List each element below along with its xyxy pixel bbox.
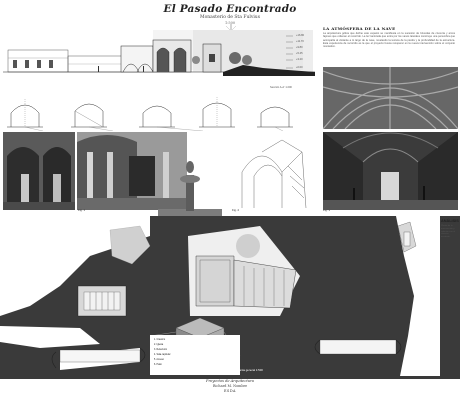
figure-label: Fig. 2 [232,208,239,212]
legend-item: 5. Acceso [154,359,164,361]
structure-sketch [232,132,312,210]
level-label: +3.20 [296,58,303,61]
legend-item: 1. Claustro [154,339,166,341]
legend-item: 3. Refectorio [154,349,168,351]
side-panel-text: Planta de la intervención y relación con… [441,225,456,239]
figure-label: Fig. 1 [78,208,85,212]
legend-item: 6. Patio [154,364,162,366]
level-label: +16.80 [296,34,305,37]
level-label: +11.70 [296,40,304,43]
footer-author: Richard M. Nombre [212,384,248,388]
arch-diagrams [7,97,293,131]
legend-item: 4. Sala capitular [154,354,171,356]
vault-ceiling-photo [323,67,458,129]
level-label: +9.80 [296,46,303,49]
elevation-drawing [3,30,315,100]
page-subtitle: Monasterio de Sta Fulvius [199,15,261,20]
level-label: +0.00 [296,66,303,69]
side-panel-title: ANÁLISIS [441,219,459,223]
page-title: El Pasado Encontrado [163,3,297,15]
level-label: +5.45 [296,52,303,55]
nave-photo [323,132,458,210]
plan-caption: Planta general 1:500 [237,368,263,372]
text-block-title: LA ATMÓSFERA DE LA NAVE [323,26,396,31]
elevation-caption: Sección A-A' 1:200 [270,86,292,89]
cloister-photo-1 [3,132,75,210]
text-block-body: La arquitectura gótica que define este e… [323,32,455,49]
legend-panel: 1. Claustro 2. Iglesia 3. Refectorio 4. … [150,335,240,375]
legend-item: 2. Iglesia [154,344,164,346]
footer-school: ESDA [224,389,236,393]
footer-course: Proyectos de Arquitectura [206,379,254,383]
